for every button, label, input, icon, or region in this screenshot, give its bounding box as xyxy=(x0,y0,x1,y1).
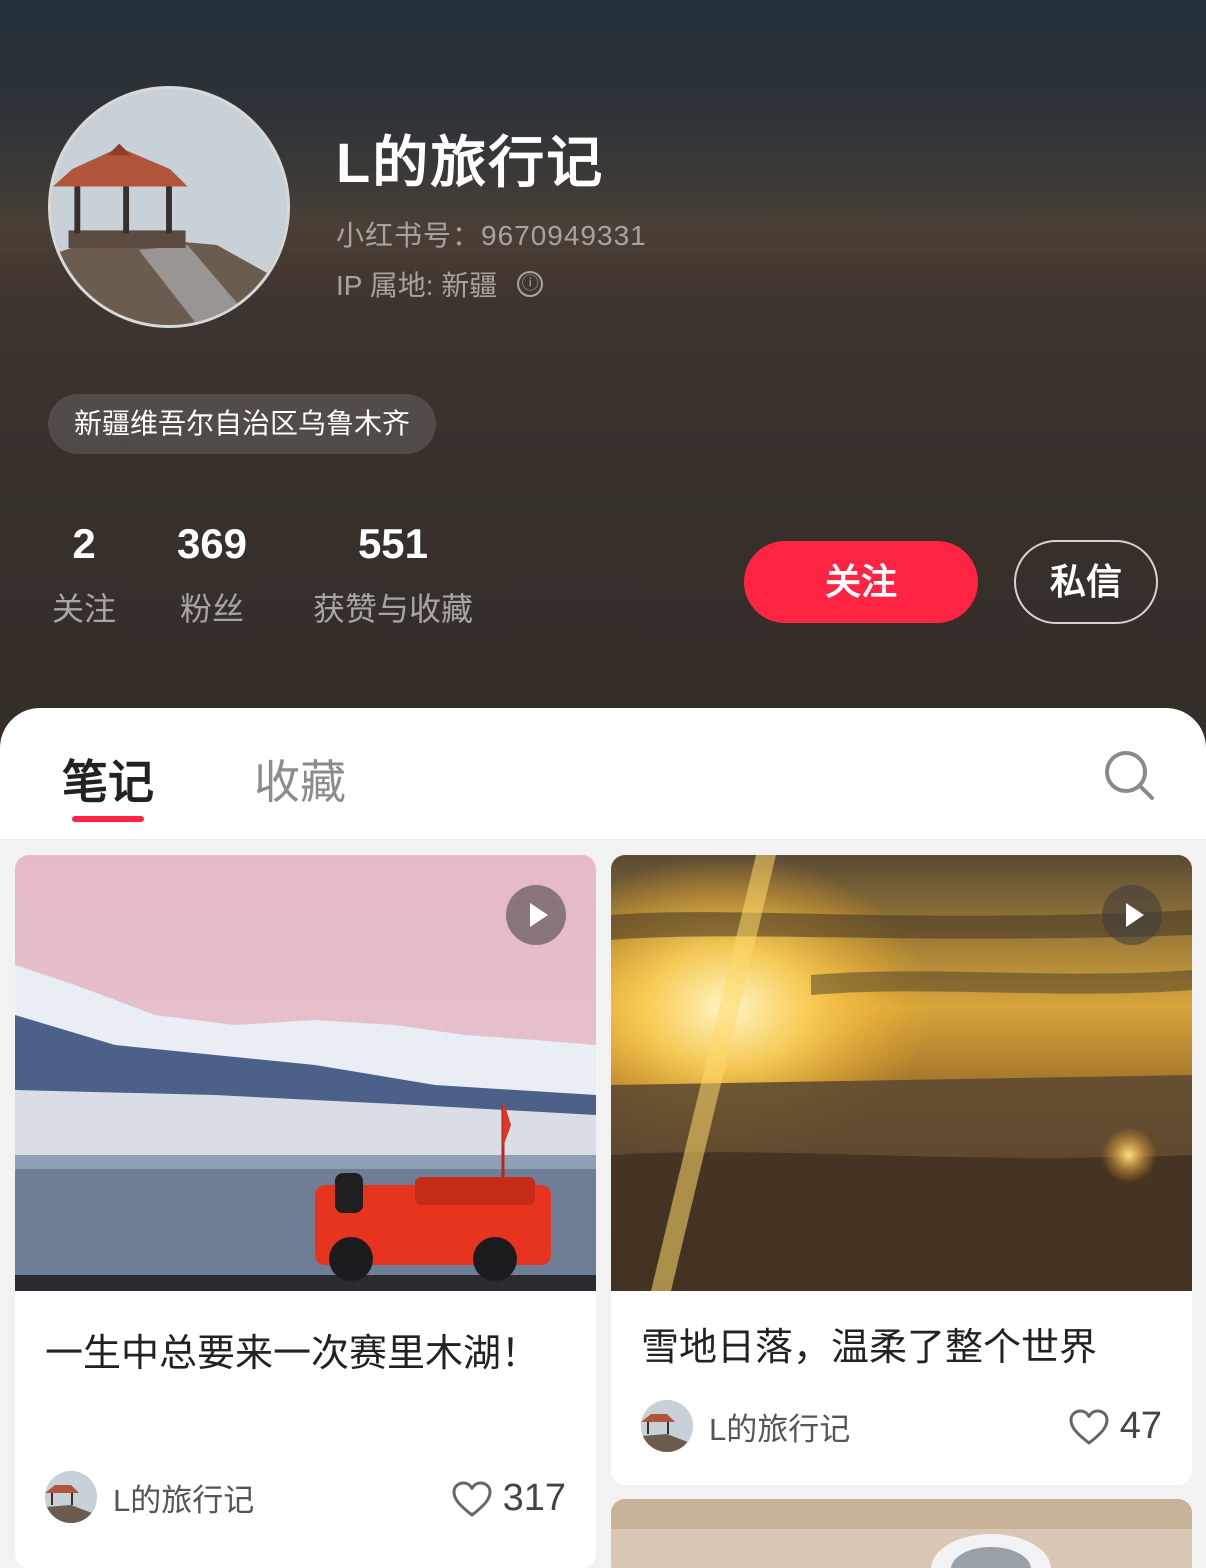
stat-followers-label: 粉丝 xyxy=(179,591,244,627)
author-avatar[interactable] xyxy=(641,1400,693,1452)
stat-followers[interactable]: 369 粉丝 xyxy=(172,520,252,630)
play-icon[interactable] xyxy=(1102,885,1162,945)
like-count: 317 xyxy=(502,1477,566,1519)
stat-following-label: 关注 xyxy=(51,591,116,627)
play-icon[interactable] xyxy=(506,885,566,945)
tab-collections[interactable]: 收藏 xyxy=(254,746,346,808)
note-author[interactable]: L的旅行记 xyxy=(641,1400,850,1452)
profile-avatar[interactable] xyxy=(48,86,290,328)
like-counter[interactable]: 317 xyxy=(451,1477,566,1520)
like-count: 47 xyxy=(1119,1405,1162,1447)
note-cover-lake[interactable] xyxy=(15,855,596,1291)
stat-likes-value: 551 xyxy=(357,520,429,567)
note-cover-sunset[interactable] xyxy=(611,855,1192,1291)
info-icon[interactable]: ⓘ xyxy=(517,271,544,297)
active-tab-indicator xyxy=(72,816,144,822)
content-tab-bar: 笔记 收藏 xyxy=(0,708,1206,840)
profile-id: 小红书号：9670949331 xyxy=(336,220,647,251)
stat-following-value: 2 xyxy=(72,520,96,567)
stat-followers-value: 369 xyxy=(176,520,248,567)
follow-button[interactable]: 关注 xyxy=(744,541,978,623)
note-card[interactable] xyxy=(611,1499,1192,1568)
author-avatar[interactable] xyxy=(45,1471,97,1523)
stat-following[interactable]: 2 关注 xyxy=(48,520,120,630)
author-name: L的旅行记 xyxy=(709,1411,851,1447)
winter-cover-image xyxy=(611,1499,1192,1568)
ip-location-text: IP 属地: 新疆 xyxy=(336,270,498,301)
pavilion-mini-image xyxy=(45,1471,97,1523)
stat-likes-label: 获赞与收藏 xyxy=(312,591,473,627)
profile-header: L的旅行记 小红书号：9670949331 IP 属地: 新疆 ⓘ 新疆维吾尔自… xyxy=(0,0,1206,760)
like-counter[interactable]: 47 xyxy=(1068,1405,1162,1448)
pavilion-avatar-image xyxy=(51,89,287,325)
search-icon[interactable] xyxy=(1102,748,1156,802)
pavilion-mini-image xyxy=(641,1400,693,1452)
location-tag[interactable]: 新疆维吾尔自治区乌鲁木齐 xyxy=(48,394,437,454)
heart-icon[interactable] xyxy=(1068,1408,1110,1446)
tab-notes[interactable]: 笔记 xyxy=(62,746,154,808)
message-button[interactable]: 私信 xyxy=(1014,540,1158,624)
ip-location: IP 属地: 新疆 ⓘ xyxy=(336,264,544,304)
note-card[interactable]: 雪地日落，温柔了整个世界 L的旅行记 47 xyxy=(611,855,1192,1485)
note-card[interactable]: 一生中总要来一次赛里木湖！ L的旅行记 317 xyxy=(15,855,596,1568)
note-title[interactable]: 雪地日落，温柔了整个世界 xyxy=(641,1317,1161,1379)
author-name: L的旅行记 xyxy=(113,1482,255,1518)
heart-icon[interactable] xyxy=(451,1480,493,1518)
note-author[interactable]: L的旅行记 xyxy=(45,1471,254,1523)
profile-name: L的旅行记 xyxy=(336,131,605,194)
stat-likes-collects[interactable]: 551 获赞与收藏 xyxy=(302,520,484,630)
note-title[interactable]: 一生中总要来一次赛里木湖！ xyxy=(45,1323,565,1385)
